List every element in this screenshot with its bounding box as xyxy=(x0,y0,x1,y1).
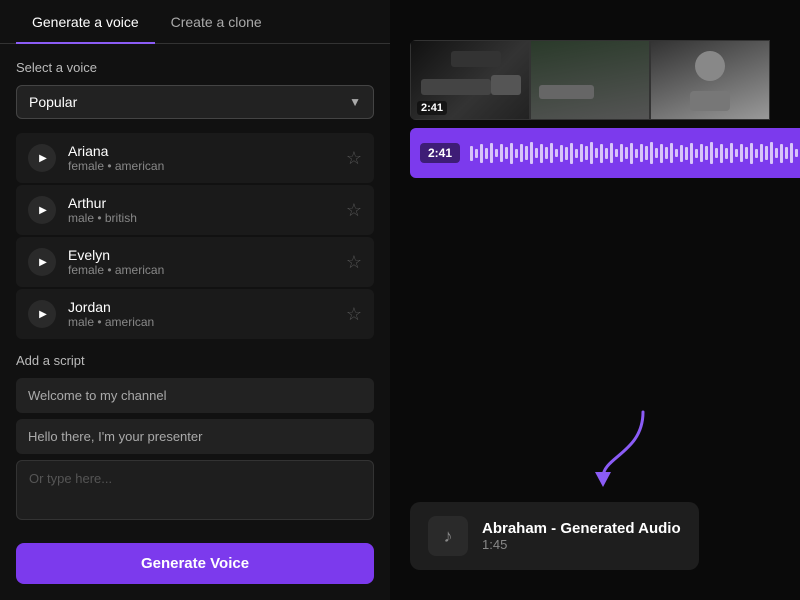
arrow-pointer xyxy=(583,402,653,492)
tab-bar: Generate a voice Create a clone xyxy=(0,0,390,44)
waveform-display xyxy=(470,128,800,178)
script-line-1[interactable]: Welcome to my channel xyxy=(16,378,374,413)
audio-card-duration: 1:45 xyxy=(482,537,681,552)
voice-item-evelyn[interactable]: Evelyn female • american ☆ xyxy=(16,237,374,287)
voice-info-evelyn: Evelyn female • american xyxy=(68,247,346,277)
voice-meta: male • american xyxy=(68,315,346,329)
voice-item-jordan[interactable]: Jordan male • american ☆ xyxy=(16,289,374,339)
voice-name: Evelyn xyxy=(68,247,346,263)
tab-create-clone[interactable]: Create a clone xyxy=(155,0,278,44)
script-line-2[interactable]: Hello there, I'm your presenter xyxy=(16,419,374,454)
audio-card-info: Abraham - Generated Audio 1:45 xyxy=(482,520,681,552)
voice-category-dropdown[interactable]: Popular ▼ xyxy=(16,85,374,119)
voice-name: Ariana xyxy=(68,143,346,159)
play-button-jordan[interactable] xyxy=(28,300,56,328)
voice-name: Jordan xyxy=(68,299,346,315)
play-button-evelyn[interactable] xyxy=(28,248,56,276)
music-icon: ♪ xyxy=(428,516,468,556)
video-strip: 2:41 xyxy=(410,40,800,120)
video-timestamp-1: 2:41 xyxy=(417,101,447,115)
video-thumbnail-3 xyxy=(650,40,770,120)
favorite-icon-ariana[interactable]: ☆ xyxy=(346,148,362,169)
right-panel: 2:41 2:41 ♪ Abr xyxy=(390,0,800,600)
favorite-icon-evelyn[interactable]: ☆ xyxy=(346,252,362,273)
favorite-icon-jordan[interactable]: ☆ xyxy=(346,304,362,325)
video-thumbnail-1: 2:41 xyxy=(410,40,530,120)
favorite-icon-arthur[interactable]: ☆ xyxy=(346,200,362,221)
voice-name: Arthur xyxy=(68,195,346,211)
voice-meta: female • american xyxy=(68,263,346,277)
voice-meta: male • british xyxy=(68,211,346,225)
voice-meta: female • american xyxy=(68,159,346,173)
voice-info-arthur: Arthur male • british xyxy=(68,195,346,225)
panel-content: Select a voice Popular ▼ Ariana female •… xyxy=(0,44,390,600)
voice-item-arthur[interactable]: Arthur male • british ☆ xyxy=(16,185,374,235)
audio-card-title: Abraham - Generated Audio xyxy=(482,520,681,537)
play-button-ariana[interactable] xyxy=(28,144,56,172)
video-thumbnail-2 xyxy=(530,40,650,120)
voice-section-label: Select a voice xyxy=(16,60,374,75)
timeline-area: 2:41 2:41 ♪ Abr xyxy=(410,20,800,580)
audio-waveform-strip: 2:41 xyxy=(410,128,800,178)
script-placeholder[interactable]: Or type here... xyxy=(16,460,374,520)
voice-item-ariana[interactable]: Ariana female • american ☆ xyxy=(16,133,374,183)
script-section-label: Add a script xyxy=(16,353,374,368)
left-panel: Generate a voice Create a clone Select a… xyxy=(0,0,390,600)
voice-info-jordan: Jordan male • american xyxy=(68,299,346,329)
audio-time-badge: 2:41 xyxy=(420,143,460,163)
play-button-arthur[interactable] xyxy=(28,196,56,224)
generate-voice-button[interactable]: Generate Voice xyxy=(16,543,374,584)
dropdown-value: Popular xyxy=(29,94,77,110)
tab-generate-voice[interactable]: Generate a voice xyxy=(16,0,155,44)
voice-info-ariana: Ariana female • american xyxy=(68,143,346,173)
audio-card: ♪ Abraham - Generated Audio 1:45 xyxy=(410,502,699,570)
voice-list: Ariana female • american ☆ Arthur male •… xyxy=(16,133,374,339)
chevron-down-icon: ▼ xyxy=(349,95,361,109)
